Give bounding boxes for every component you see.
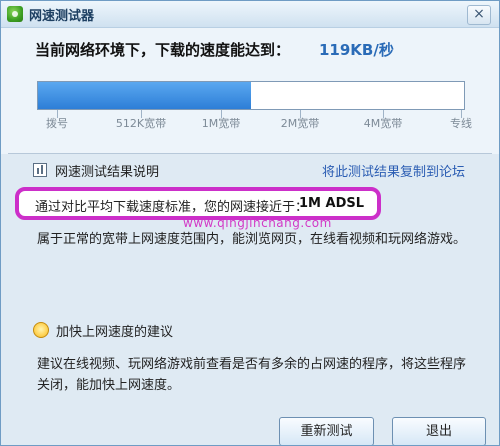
comparison-value: 1M ADSL [299,196,365,211]
scale-label-1m: 1M宽带 [201,117,241,130]
close-button[interactable]: × [467,5,491,25]
close-icon: × [473,6,485,22]
speed-progress-bar [37,81,465,110]
title-bar: 网速测试器 × [1,1,499,28]
copy-result-link[interactable]: 将此测试结果复制到论坛 [322,161,465,180]
scale-label-2m: 2M宽带 [280,117,320,130]
section-divider [8,153,492,154]
comparison-text: 通过对比平均下载速度标准，您的网速接近于： [35,200,309,215]
speed-summary-panel: 当前网络环境下，下载的速度能达到： 119KB/秒 拨号 512K宽带 1M宽带… [1,28,499,154]
network-test-icon [7,6,23,22]
network-speed-tester-window: 网速测试器 × 当前网络环境下，下载的速度能达到： 119KB/秒 拨号 512… [0,0,500,446]
scale-label-dialup: 拨号 [46,117,68,130]
exit-button[interactable]: 退出 [392,417,486,445]
result-description: 属于正常的宽带上网速度范围内，能浏览网页，在线看视频和玩网络游戏。 [37,232,467,247]
speed-value: 119KB/秒 [319,41,394,59]
window-title: 网速测试器 [29,8,95,24]
results-section-title: 网速测试结果说明 [55,165,160,180]
retest-button[interactable]: 重新测试 [279,417,374,445]
advice-text: 建议在线视频、玩网络游戏前查看是否有多余的占网速的程序，将这些程序关闭，能加快上… [37,357,467,393]
scale-label-dedicated: 专线 [450,117,472,130]
scale-label-512k: 512K宽带 [115,117,167,130]
scale-label-4m: 4M宽带 [363,117,403,130]
speed-progress-fill [38,82,251,109]
chart-icon [33,163,47,177]
bulb-icon [33,322,49,338]
speed-message: 当前网络环境下，下载的速度能达到： [35,41,291,59]
advice-section-title: 加快上网速度的建议 [56,325,174,340]
